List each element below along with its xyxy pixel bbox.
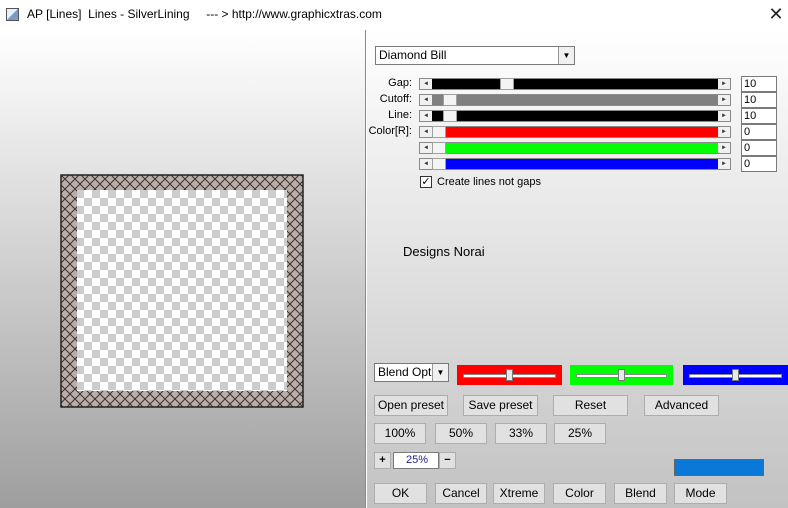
slider-track[interactable]: [432, 95, 718, 105]
zoom-plus-button[interactable]: +: [374, 452, 391, 469]
open-preset-button[interactable]: Open preset: [374, 395, 448, 416]
zoom-100-button[interactable]: 100%: [374, 423, 426, 444]
slider-track[interactable]: [432, 111, 718, 121]
cancel-button[interactable]: Cancel: [435, 483, 487, 504]
slider-thumb[interactable]: [432, 126, 446, 138]
arrow-left-icon[interactable]: ◄: [420, 159, 432, 169]
arrow-right-icon[interactable]: ►: [718, 111, 730, 121]
gap-value[interactable]: 10: [741, 76, 777, 92]
color-red-slider[interactable]: ◄ ►: [419, 126, 731, 138]
zoom-25-button[interactable]: 25%: [554, 423, 606, 444]
create-lines-label: Create lines not gaps: [437, 176, 541, 188]
arrow-left-icon[interactable]: ◄: [420, 111, 432, 121]
blend-thumb[interactable]: [506, 369, 513, 381]
chevron-down-icon[interactable]: ▼: [558, 47, 574, 64]
arrow-right-icon[interactable]: ►: [718, 143, 730, 153]
slider-track[interactable]: [432, 79, 718, 89]
close-button[interactable]: ✕: [766, 4, 786, 24]
preview-image: [60, 174, 304, 408]
gap-label: Gap:: [388, 77, 412, 89]
slider-track[interactable]: [432, 127, 718, 137]
cutoff-slider[interactable]: ◄ ►: [419, 94, 731, 106]
color-blue-value[interactable]: 0: [741, 156, 777, 172]
arrow-left-icon[interactable]: ◄: [420, 127, 432, 137]
reset-button[interactable]: Reset: [553, 395, 628, 416]
line-slider[interactable]: ◄ ►: [419, 110, 731, 122]
ok-button[interactable]: OK: [374, 483, 427, 504]
chevron-down-icon[interactable]: ▼: [432, 364, 448, 381]
window-title: AP [Lines] Lines - SilverLining --- > ht…: [27, 7, 382, 21]
zoom-value[interactable]: 25%: [393, 452, 439, 469]
zoom-33-button[interactable]: 33%: [495, 423, 547, 444]
blend-button[interactable]: Blend: [614, 483, 667, 504]
slider-thumb[interactable]: [432, 142, 446, 154]
arrow-left-icon[interactable]: ◄: [420, 79, 432, 89]
cutoff-label: Cutoff:: [379, 93, 412, 105]
save-preset-button[interactable]: Save preset: [463, 395, 538, 416]
line-label: Line:: [388, 109, 412, 121]
preset-dropdown-value: Diamond Bill: [379, 48, 447, 62]
slider-track[interactable]: [432, 159, 718, 169]
create-lines-checkbox[interactable]: ✓: [420, 176, 432, 188]
color-green-value[interactable]: 0: [741, 140, 777, 156]
slider-thumb[interactable]: [443, 94, 457, 106]
blend-red-slider[interactable]: [457, 365, 562, 385]
arrow-left-icon[interactable]: ◄: [420, 143, 432, 153]
slider-track[interactable]: [432, 143, 718, 153]
blend-thumb[interactable]: [732, 369, 739, 381]
blend-options-value: Blend Optic: [378, 365, 441, 379]
app-icon: [6, 8, 19, 21]
arrow-right-icon[interactable]: ►: [718, 79, 730, 89]
arrow-right-icon[interactable]: ►: [718, 95, 730, 105]
color-blue-slider[interactable]: ◄ ►: [419, 158, 731, 170]
title-bar: AP [Lines] Lines - SilverLining --- > ht…: [0, 0, 788, 30]
slider-thumb[interactable]: [443, 110, 457, 122]
line-value[interactable]: 10: [741, 108, 777, 124]
color-swatch[interactable]: [674, 459, 764, 476]
blend-green-slider[interactable]: [570, 365, 673, 385]
xtreme-button[interactable]: Xtreme: [493, 483, 545, 504]
mode-button[interactable]: Mode: [674, 483, 727, 504]
cutoff-value[interactable]: 10: [741, 92, 777, 108]
zoom-minus-button[interactable]: −: [439, 452, 456, 469]
zoom-50-button[interactable]: 50%: [435, 423, 487, 444]
slider-thumb[interactable]: [500, 78, 514, 90]
arrow-left-icon[interactable]: ◄: [420, 95, 432, 105]
preset-dropdown[interactable]: Diamond Bill ▼: [375, 46, 575, 65]
arrow-right-icon[interactable]: ►: [718, 159, 730, 169]
color-button[interactable]: Color: [553, 483, 606, 504]
blend-blue-slider[interactable]: [683, 365, 788, 385]
arrow-right-icon[interactable]: ►: [718, 127, 730, 137]
controls-panel: Diamond Bill ▼ Gap: ◄ ► 10 Cutoff: ◄ ► 10 Line: ◄…: [367, 30, 788, 508]
color-green-slider[interactable]: ◄ ►: [419, 142, 731, 154]
blend-options-dropdown[interactable]: Blend Optic ▼: [374, 363, 449, 382]
slider-thumb[interactable]: [432, 158, 446, 170]
advanced-button[interactable]: Advanced: [644, 395, 719, 416]
preview-panel: [0, 30, 366, 508]
designs-label: Designs Norai: [403, 244, 485, 259]
gap-slider[interactable]: ◄ ►: [419, 78, 731, 90]
color-red-value[interactable]: 0: [741, 124, 777, 140]
blend-thumb[interactable]: [618, 369, 625, 381]
color-red-label: Color[R]:: [368, 125, 412, 137]
